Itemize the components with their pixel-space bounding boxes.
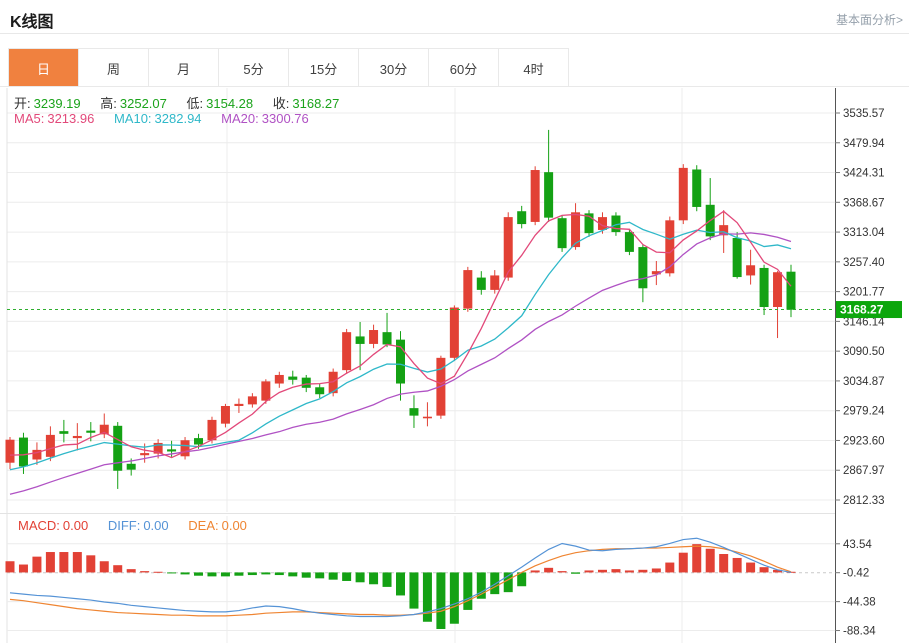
tab-60min[interactable]: 60分 [429,49,499,87]
svg-text:2979.24: 2979.24 [843,406,885,418]
tab-4hour[interactable]: 4时 [499,49,569,87]
diff-value: 0.00 [143,518,168,533]
low-value: 3154.28 [206,96,253,111]
svg-text:-44.38: -44.38 [843,597,876,609]
tab-month[interactable]: 月 [149,49,219,87]
macd-legend: MACD:0.00 DIFF:0.00 DEA:0.00 [18,518,263,533]
page-header: K线图 基本面分析> [0,0,909,33]
ma10-value: 3282.94 [155,111,202,126]
svg-text:3479.94: 3479.94 [843,138,885,150]
page-title: K线图 [0,0,54,32]
low-item: 低:3154.28 [187,96,254,111]
svg-text:3368.67: 3368.67 [843,197,885,209]
svg-text:3535.57: 3535.57 [843,108,885,120]
dea-label: DEA: [188,518,218,533]
ma10-item: MA10:3282.94 [114,111,202,126]
open-value: 3239.19 [34,96,81,111]
high-label: 高: [100,96,117,111]
svg-text:3090.50: 3090.50 [843,346,885,358]
diff-label: DIFF: [108,518,141,533]
last-price-badge: 3168.27 [836,301,902,318]
svg-text:-88.34: -88.34 [843,626,876,638]
svg-text:3201.77: 3201.77 [843,287,885,299]
macd-label: MACD: [18,518,60,533]
svg-text:3146.14: 3146.14 [843,316,885,328]
close-label: 收: [273,96,290,111]
ma5-value: 3213.96 [47,111,94,126]
ma20-value: 3300.76 [262,111,309,126]
interval-tabs: 日 周 月 5分 15分 30分 60分 4时 [8,48,569,87]
svg-text:2812.33: 2812.33 [843,495,885,507]
open-item: 开:3239.19 [14,96,81,111]
tab-day[interactable]: 日 [9,49,79,87]
ma5-item: MA5:3213.96 [14,111,94,126]
svg-text:2867.97: 2867.97 [843,465,885,477]
high-value: 3252.07 [120,96,167,111]
diff-item: DIFF:0.00 [108,518,169,533]
dea-item: DEA: 0.00 [188,518,247,533]
low-label: 低: [187,96,204,111]
macd-value: 0.00 [63,518,88,533]
svg-text:-0.42: -0.42 [843,568,869,580]
svg-text:3257.40: 3257.40 [843,257,885,269]
fundamental-analysis-link[interactable]: 基本面分析> [836,11,903,28]
svg-text:3313.04: 3313.04 [843,227,885,239]
tab-30min[interactable]: 30分 [359,49,429,87]
ma20-label: MA20: [221,111,259,126]
svg-text:2923.60: 2923.60 [843,435,885,447]
price-axis: 3535.57 3479.94 3424.31 3368.67 3313.04 3257.… [835,88,885,643]
header-divider [0,33,909,34]
ma5-label: MA5: [14,111,44,126]
ma10-label: MA10: [114,111,152,126]
close-item: 收:3168.27 [273,96,340,111]
ma-legend: MA5:3213.96 MA10:3282.94 MA20:3300.76 [14,111,325,126]
svg-text:3034.87: 3034.87 [843,376,885,388]
tab-week[interactable]: 周 [79,49,149,87]
open-label: 开: [14,96,31,111]
high-item: 高:3252.07 [100,96,167,111]
dea-value: 0.00 [222,518,247,533]
ma20-item: MA20:3300.76 [221,111,309,126]
kline-widget: 3535.57 3479.94 3424.31 3368.67 3313.04 3257.… [0,0,909,643]
close-value: 3168.27 [292,96,339,111]
ohlc-legend: 开:3239.19 高:3252.07 低:3154.28 收:3168.27 [14,93,355,112]
svg-text:3424.31: 3424.31 [843,168,885,180]
tab-5min[interactable]: 5分 [219,49,289,87]
tabs-divider [0,86,909,87]
macd-item: MACD:0.00 [18,518,88,533]
last-price-badge-text: 3168.27 [840,303,884,317]
tab-15min[interactable]: 15分 [289,49,359,87]
svg-text:43.54: 43.54 [843,539,872,551]
